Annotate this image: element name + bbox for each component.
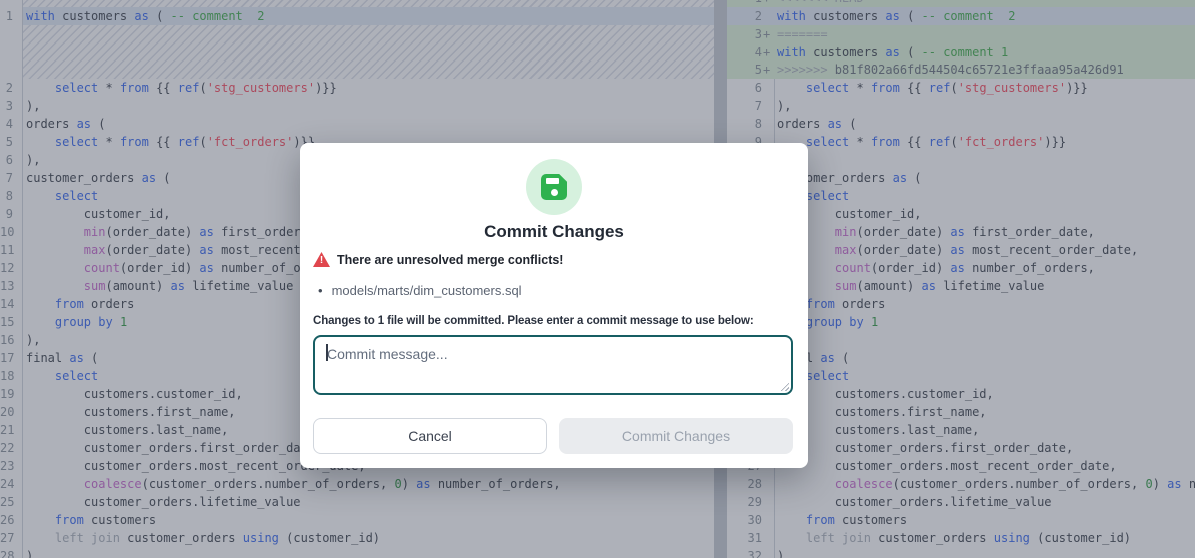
warning-triangle-icon: !: [313, 252, 330, 267]
merge-conflict-warning: ! There are unresolved merge conflicts!: [313, 252, 563, 267]
commit-changes-dialog: Commit Changes ! There are unresolved me…: [300, 143, 808, 468]
text-caret: [326, 344, 328, 361]
cancel-button[interactable]: Cancel: [313, 418, 547, 454]
bullet: •: [318, 283, 323, 298]
commit-message-input[interactable]: [313, 335, 793, 395]
commit-changes-button[interactable]: Commit Changes: [559, 418, 793, 454]
commit-instruction: Changes to 1 file will be committed. Ple…: [313, 315, 754, 327]
commit-message-wrapper: [313, 335, 793, 395]
dialog-title: Commit Changes: [300, 222, 808, 242]
warning-text: There are unresolved merge conflicts!: [337, 253, 563, 267]
save-icon-circle: [526, 159, 582, 215]
conflicted-file-name: models/marts/dim_customers.sql: [332, 283, 522, 298]
save-floppy-icon: [541, 174, 567, 200]
app-window: 1with customers as ( -- comment 22 selec…: [0, 0, 1195, 558]
conflicted-file-item: • models/marts/dim_customers.sql: [318, 283, 522, 298]
